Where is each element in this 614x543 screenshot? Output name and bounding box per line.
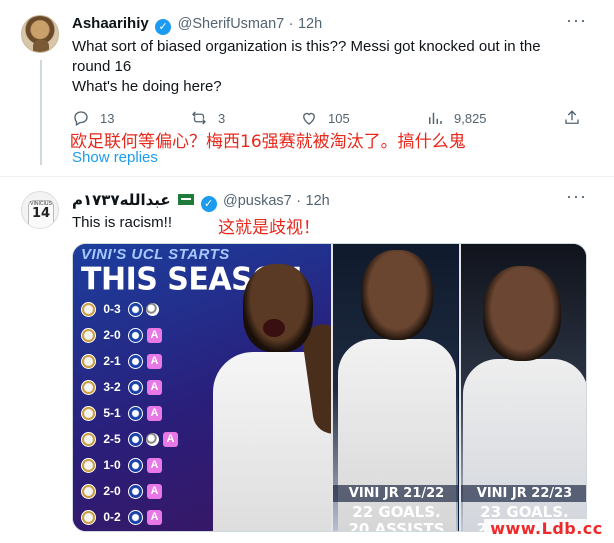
retweet-button[interactable]: 3	[190, 109, 225, 127]
match-row: 3-2 A	[81, 378, 162, 396]
media-panel-2223: VINI JR 22/23 23 GOALS. 23 ASSISTS	[459, 244, 586, 531]
match-row: 1-0 A	[81, 456, 162, 474]
thread-connector-line	[40, 60, 42, 165]
like-count: 105	[328, 110, 350, 126]
match-score: 0-3	[103, 302, 121, 316]
assists-stat: 20 ASSISTS	[348, 520, 445, 532]
media-panel-ucl-starts: VINI'S UCL STARTS THIS SEASON 0-3 2-0 A 2-1…	[73, 244, 356, 531]
views-button[interactable]: 9,825	[426, 109, 487, 127]
tweet-text: This is racism!!	[72, 214, 173, 231]
share-button[interactable]	[563, 109, 591, 127]
match-score: 2-1	[103, 354, 121, 368]
view-count: 9,825	[454, 110, 487, 126]
opponent-crest-icon	[128, 327, 143, 343]
bar-chart-icon	[429, 112, 442, 124]
avatar[interactable]: VINICIUS 14	[21, 191, 59, 229]
match-score: 2-0	[103, 484, 121, 498]
match-score: 1-0	[103, 458, 121, 472]
match-row: 2-5 A	[81, 430, 178, 448]
match-score: 2-0	[103, 328, 121, 342]
more-options-icon[interactable]: ···	[566, 10, 587, 31]
assist-badge: A	[147, 509, 162, 525]
author-handle[interactable]: @SherifUsman7	[178, 16, 285, 32]
reply-button[interactable]: 13	[72, 109, 114, 127]
club-crest-icon	[81, 353, 96, 369]
tweet-text-line: round 16	[72, 58, 132, 75]
tweet-text-line: What sort of biased organization is this…	[72, 38, 541, 55]
match-row: 2-1 A	[81, 352, 162, 370]
assist-badge: A	[147, 327, 162, 343]
assist-badge: A	[163, 431, 178, 447]
tweet-text-line: What's he doing here?	[72, 78, 222, 95]
verified-badge-icon: ✓	[155, 19, 172, 35]
assist-badge: A	[147, 379, 162, 395]
tweet-time[interactable]: 12h	[306, 193, 330, 209]
club-crest-icon	[81, 379, 96, 395]
show-replies-link[interactable]: Show replies	[72, 149, 158, 166]
match-row: 2-0 A	[81, 326, 162, 344]
club-crest-icon	[81, 301, 96, 317]
avatar-jersey-number: 14	[31, 206, 51, 221]
match-row: 0-3	[81, 300, 159, 318]
author-handle[interactable]: @puskas7	[223, 193, 292, 209]
watermark-text: www.Ldb.cc	[484, 519, 609, 541]
opponent-crest-icon	[128, 405, 143, 421]
player-photo	[213, 264, 356, 531]
opponent-crest-icon	[128, 353, 143, 369]
tweet-time[interactable]: 12h	[298, 16, 322, 32]
opponent-crest-icon	[128, 301, 143, 317]
author-name[interactable]: عبدالله١٧٣٧م	[72, 192, 171, 209]
club-crest-icon	[81, 405, 96, 421]
heart-icon	[303, 112, 315, 125]
club-crest-icon	[81, 431, 96, 447]
like-button[interactable]: 105	[300, 109, 350, 127]
opponent-crest-icon	[128, 431, 143, 447]
opponent-crest-icon	[128, 509, 143, 525]
retweet-icon	[192, 111, 206, 125]
divider	[0, 176, 614, 177]
match-score: 0-2	[103, 510, 121, 524]
assist-badge: A	[147, 405, 162, 421]
assist-badge: A	[147, 483, 162, 499]
opponent-crest-icon	[128, 457, 143, 473]
reply-count: 13	[100, 110, 115, 126]
assist-badge: A	[147, 353, 162, 369]
more-options-icon[interactable]: ···	[566, 186, 587, 207]
chinese-annotation: 这就是歧视！	[218, 218, 320, 238]
assist-badge: A	[147, 457, 162, 473]
avatar[interactable]	[21, 15, 59, 53]
club-crest-icon	[81, 457, 96, 473]
club-crest-icon	[81, 327, 96, 343]
club-crest-icon	[81, 483, 96, 499]
tweet-media-image[interactable]: VINI'S UCL STARTS THIS SEASON 0-3 2-0 A 2-1…	[72, 243, 587, 532]
retweet-count: 3	[218, 110, 226, 126]
season-label: VINI JR 22/23	[461, 485, 586, 502]
opponent-crest-icon	[128, 483, 143, 499]
media-panel-2122: VINI JR 21/22 22 GOALS. 20 ASSISTS	[331, 244, 460, 532]
match-score: 5-1	[103, 406, 121, 420]
match-row: 5-1 A	[81, 404, 162, 422]
club-crest-icon	[81, 509, 96, 525]
season-label: VINI JR 21/22	[333, 485, 460, 502]
match-row: 2-0 A	[81, 482, 162, 500]
match-row: 0-2 A	[81, 508, 162, 526]
goal-ball-icon	[146, 432, 159, 446]
share-icon	[565, 110, 579, 124]
match-score: 2-5	[103, 432, 121, 446]
saudi-flag-icon	[178, 194, 195, 205]
opponent-crest-icon	[128, 379, 143, 395]
match-score: 3-2	[103, 380, 121, 394]
goal-ball-icon	[146, 302, 159, 316]
reply-icon	[74, 111, 88, 126]
author-name[interactable]: Ashaarihiy	[72, 15, 149, 32]
verified-badge-icon: ✓	[200, 196, 217, 212]
goals-stat: 22 GOALS.	[352, 503, 441, 521]
